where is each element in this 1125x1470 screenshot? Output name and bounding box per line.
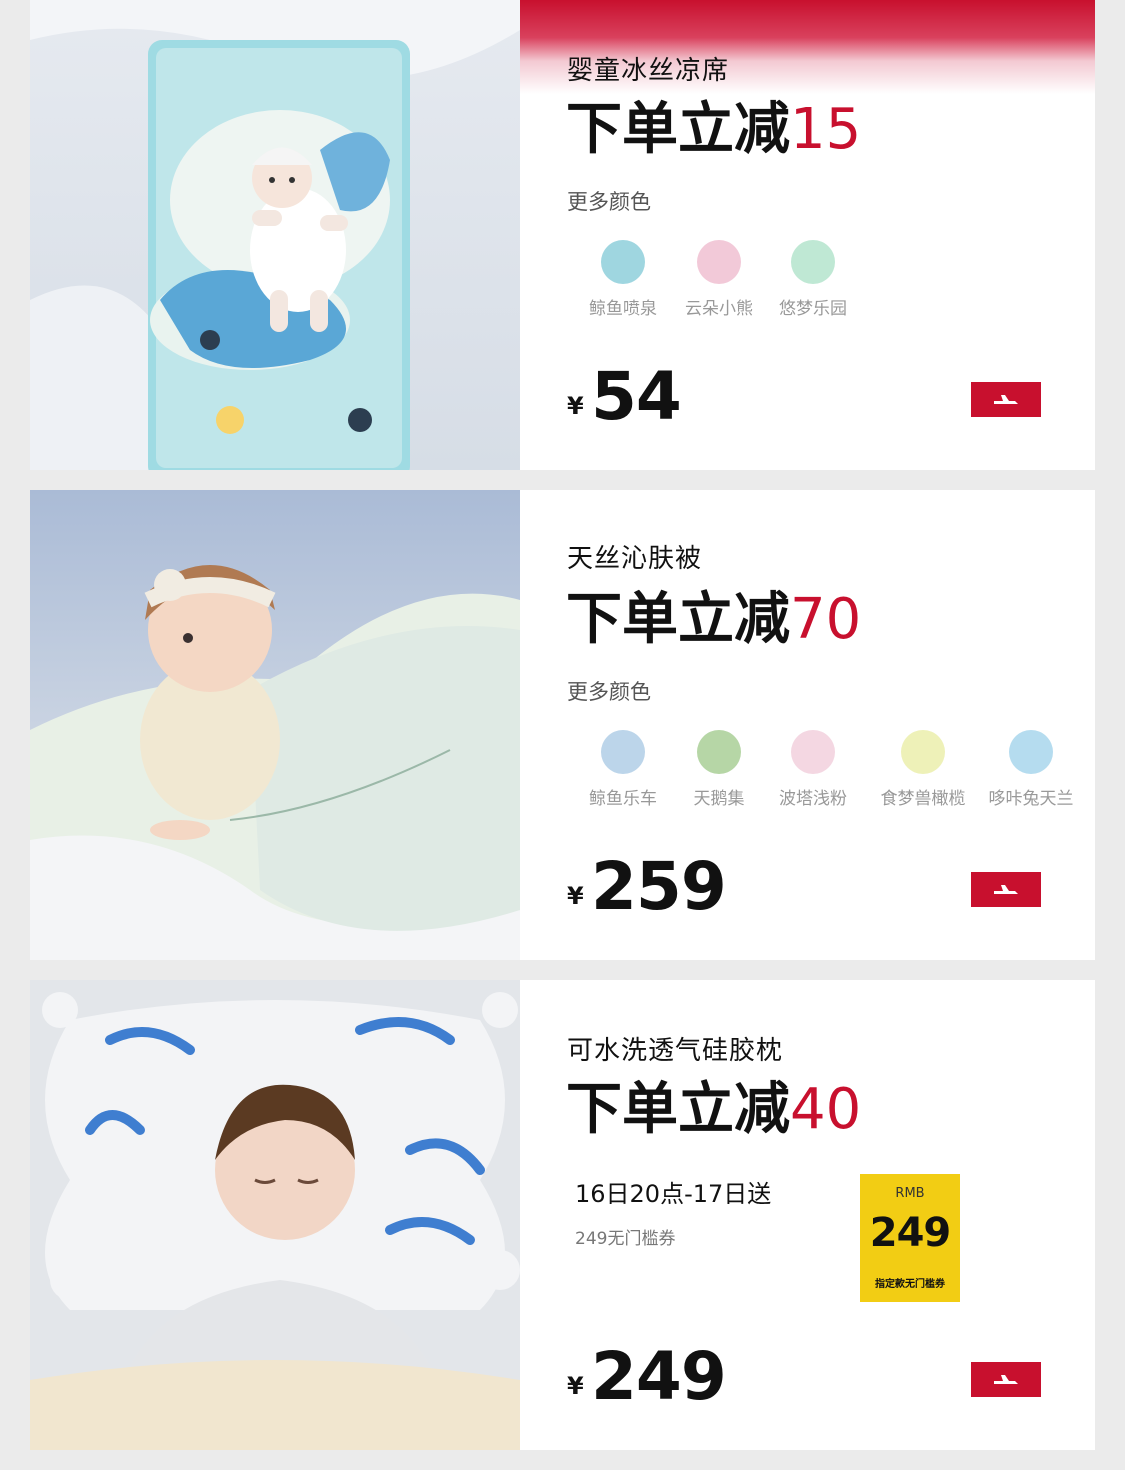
deal-amount: 40 bbox=[790, 1077, 862, 1142]
promo-date: 16日20点-17日送 bbox=[575, 1180, 772, 1208]
product-info-silicone-pillow: 可水洗透气硅胶枕 下单立减40 16日20点-17日送 249无门槛券 RMB … bbox=[520, 980, 1095, 1450]
price-value: 259 bbox=[591, 848, 727, 925]
currency-symbol: ¥ bbox=[567, 1372, 584, 1400]
buy-button[interactable] bbox=[971, 1362, 1041, 1397]
product-name: 可水洗透气硅胶枕 bbox=[567, 1036, 784, 1066]
coupon-note: 指定款无门槛券 bbox=[875, 1279, 945, 1290]
more-colors-label: 更多颜色 bbox=[567, 190, 651, 214]
swatch-option[interactable]: 哆咔兔天兰 bbox=[986, 728, 1076, 809]
coupon-amount: 249 bbox=[869, 1210, 952, 1256]
coupon-badge[interactable]: RMB 249 指定款无门槛券 bbox=[860, 1174, 960, 1302]
product-name: 婴童冰丝凉席 bbox=[567, 56, 730, 86]
swatch-option[interactable]: 鲸鱼乐车 bbox=[578, 728, 668, 809]
swatch-label: 食梦兽橄榄 bbox=[880, 789, 966, 809]
swatch-dot bbox=[791, 240, 835, 284]
child-on-pillow-illustration bbox=[30, 980, 520, 1450]
price-value: 54 bbox=[591, 358, 682, 435]
currency-symbol: ¥ bbox=[567, 392, 584, 420]
product-info-cooling-mat: 婴童冰丝凉席 下单立减15 更多颜色 鲸鱼喷泉 云朵小熊 悠梦乐园 ¥ 54 bbox=[520, 0, 1095, 470]
product-info-tencel-quilt: 天丝沁肤被 下单立减70 更多颜色 鲸鱼乐车 天鹅集 波塔浅粉 食梦兽橄榄 哆咔… bbox=[520, 490, 1095, 960]
swatch-option[interactable]: 悠梦乐园 bbox=[768, 238, 858, 319]
swatch-dot bbox=[601, 240, 645, 284]
swatch-label: 云朵小熊 bbox=[685, 299, 753, 319]
swatch-label: 悠梦乐园 bbox=[779, 299, 847, 319]
product-image-silicone-pillow[interactable] bbox=[30, 980, 520, 1450]
deal-headline: 下单立减15 bbox=[566, 84, 861, 165]
product-image-cooling-mat[interactable] bbox=[30, 0, 520, 470]
deal-headline: 下单立减40 bbox=[566, 1064, 861, 1145]
swatch-dot bbox=[1009, 730, 1053, 774]
swatch-label: 鲸鱼喷泉 bbox=[589, 299, 657, 319]
plane-arrow-icon bbox=[994, 1375, 1018, 1384]
deal-prefix: 下单立减 bbox=[566, 587, 790, 652]
swatch-dot bbox=[697, 730, 741, 774]
buy-button[interactable] bbox=[971, 872, 1041, 907]
product-card-silicone-pillow[interactable]: 可水洗透气硅胶枕 下单立减40 16日20点-17日送 249无门槛券 RMB … bbox=[30, 980, 1095, 1450]
swatch-option[interactable]: 鲸鱼喷泉 bbox=[578, 238, 668, 319]
baby-under-quilt-illustration bbox=[30, 490, 520, 960]
product-image-tencel-quilt[interactable] bbox=[30, 490, 520, 960]
swatch-label: 天鹅集 bbox=[693, 789, 745, 809]
deal-amount: 70 bbox=[790, 587, 862, 652]
more-colors-label: 更多颜色 bbox=[567, 680, 651, 704]
currency-symbol: ¥ bbox=[567, 882, 584, 910]
swatch-option[interactable]: 云朵小熊 bbox=[674, 238, 764, 319]
buy-button[interactable] bbox=[971, 382, 1041, 417]
product-card-tencel-quilt[interactable]: 天丝沁肤被 下单立减70 更多颜色 鲸鱼乐车 天鹅集 波塔浅粉 食梦兽橄榄 哆咔… bbox=[30, 490, 1095, 960]
plane-arrow-icon bbox=[994, 885, 1018, 894]
deal-amount: 15 bbox=[790, 97, 862, 162]
deal-prefix: 下单立减 bbox=[566, 1077, 790, 1142]
price-value: 249 bbox=[591, 1338, 727, 1415]
swatch-dot bbox=[791, 730, 835, 774]
swatch-option[interactable]: 波塔浅粉 bbox=[768, 728, 858, 809]
coupon-currency: RMB bbox=[895, 1186, 925, 1201]
deal-headline: 下单立减70 bbox=[566, 574, 861, 655]
swatch-option[interactable]: 天鹅集 bbox=[674, 728, 764, 809]
swatch-label: 哆咔兔天兰 bbox=[988, 789, 1074, 809]
baby-on-mat-illustration bbox=[30, 0, 520, 470]
swatch-dot bbox=[697, 240, 741, 284]
deal-prefix: 下单立减 bbox=[566, 97, 790, 162]
swatch-label: 鲸鱼乐车 bbox=[589, 789, 657, 809]
swatch-dot bbox=[601, 730, 645, 774]
swatch-option[interactable]: 食梦兽橄榄 bbox=[878, 728, 968, 809]
swatch-label: 波塔浅粉 bbox=[779, 789, 847, 809]
product-card-cooling-mat[interactable]: 婴童冰丝凉席 下单立减15 更多颜色 鲸鱼喷泉 云朵小熊 悠梦乐园 ¥ 54 bbox=[30, 0, 1095, 470]
promo-subtitle: 249无门槛券 bbox=[575, 1229, 676, 1249]
swatch-dot bbox=[901, 730, 945, 774]
product-name: 天丝沁肤被 bbox=[567, 544, 703, 574]
plane-arrow-icon bbox=[994, 395, 1018, 404]
